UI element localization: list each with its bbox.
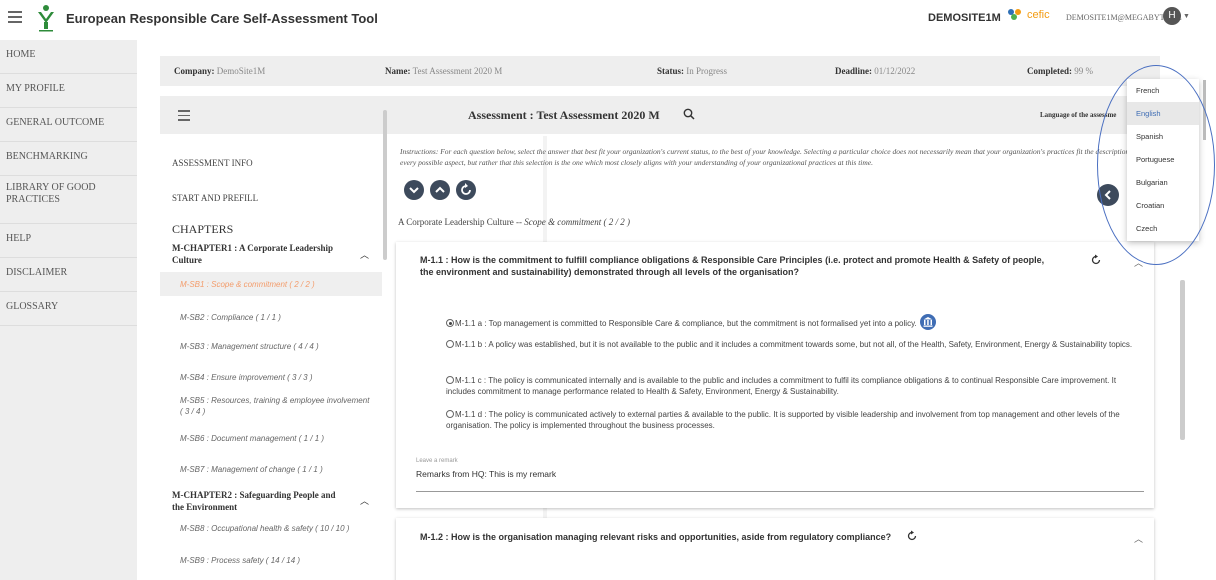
top-bar: European Responsible Care Self-Assessmen… — [0, 0, 1216, 40]
annotation-ellipse — [1097, 65, 1215, 265]
chevron-down-icon — [409, 187, 419, 194]
subchapter-item[interactable]: M-SB3 : Management structure ( 4 / 4 ) — [180, 341, 385, 352]
nav-my-profile[interactable]: MY PROFILE — [0, 74, 137, 108]
chapters-panel: ASSESSMENT INFO START AND PREFILL CHAPTE… — [160, 136, 547, 580]
chevron-up-icon[interactable]: ︿ — [360, 248, 369, 261]
refresh-button[interactable] — [456, 180, 476, 200]
status-info: Status: In Progress — [657, 66, 728, 76]
chapters-title: CHAPTERS — [172, 222, 234, 236]
good-practice-icon[interactable] — [919, 314, 936, 330]
cefic-icon — [1008, 9, 1021, 20]
reset-icon[interactable] — [1090, 254, 1102, 266]
chapter1-heading[interactable]: M-CHAPTER1 : A Corporate Leadership Cult… — [172, 242, 342, 266]
instructions-text: Instructions: For each question below, s… — [400, 147, 1137, 167]
avatar[interactable]: H — [1163, 7, 1181, 25]
radio-unchecked[interactable] — [446, 340, 454, 348]
chapters-menu-icon[interactable] — [178, 110, 190, 124]
assessment-title: Assessment : Test Assessment 2020 M — [468, 108, 660, 122]
nav-disclaimer[interactable]: DISCLAIMER — [0, 258, 137, 292]
deadline-info: Deadline: 01/12/2022 — [835, 66, 916, 76]
nav-help[interactable]: HELP — [0, 224, 137, 258]
chapters-scrollbar[interactable] — [383, 110, 387, 260]
remark-underline — [416, 491, 1144, 492]
question-title: M-1.1 : How is the commitment to fulfill… — [420, 255, 1045, 277]
subchapter-item[interactable]: M-SB7 : Management of change ( 1 / 1 ) — [180, 464, 385, 475]
question-title: M-1.2 : How is the organisation managing… — [420, 532, 892, 542]
assessment-info-bar: Company: DemoSite1M Name: Test Assessmen… — [160, 56, 1160, 86]
chapter2-heading[interactable]: M-CHAPTER2 : Safeguarding People and the… — [172, 489, 342, 513]
subchapter-item[interactable]: M-SB2 : Compliance ( 1 / 1 ) — [180, 312, 385, 323]
collapse-all-button[interactable] — [430, 180, 450, 200]
question-card: M-1.2 : How is the organisation managing… — [396, 518, 1154, 580]
answer-option[interactable]: M-1.1 d : The policy is communicated act… — [446, 409, 1136, 431]
name-info: Name: Test Assessment 2020 M — [385, 66, 503, 76]
remark-label: Leave a remark — [416, 458, 458, 464]
answer-option[interactable]: M-1.1 b : A policy was established, but … — [446, 339, 1136, 350]
nav-benchmarking[interactable]: BENCHMARKING — [0, 142, 137, 176]
site-name: DEMOSITE1M — [928, 12, 1001, 24]
remark-textarea[interactable]: Remarks from HQ: This is my remark — [416, 469, 556, 479]
radio-unchecked[interactable] — [446, 376, 454, 384]
question-card: M-1.1 : How is the commitment to fulfill… — [396, 242, 1154, 508]
main-scrollbar[interactable] — [1180, 280, 1185, 440]
caret-down-icon[interactable]: ▼ — [1183, 13, 1190, 20]
refresh-icon — [461, 183, 471, 195]
breadcrumb: A Corporate Leadership Culture -- Scope … — [398, 217, 630, 227]
completed-info: Completed: 99 % — [1027, 66, 1093, 76]
nav-library[interactable]: LIBRARY OF GOOD PRACTICES — [0, 176, 137, 224]
subchapter-item[interactable]: M-SB4 : Ensure improvement ( 3 / 3 ) — [180, 372, 385, 383]
search-icon[interactable] — [683, 108, 695, 120]
responsible-care-logo — [38, 5, 54, 32]
subchapter-item[interactable]: M-SB8 : Occupational health & safety ( 1… — [180, 523, 385, 534]
left-nav: HOME MY PROFILE GENERAL OUTCOME BENCHMAR… — [0, 40, 137, 580]
subchapter-item[interactable]: M-SB6 : Document management ( 1 / 1 ) — [180, 433, 385, 444]
nav-general-outcome[interactable]: GENERAL OUTCOME — [0, 108, 137, 142]
company-info: Company: DemoSite1M — [174, 66, 266, 76]
subchapter-item[interactable]: M-SB5 : Resources, training & employee i… — [180, 395, 370, 417]
radio-unchecked[interactable] — [446, 410, 454, 418]
subchapter-item[interactable]: M-SB9 : Process safety ( 14 / 14 ) — [180, 555, 385, 566]
nav-home[interactable]: HOME — [0, 40, 137, 74]
chevron-up-icon — [435, 186, 445, 193]
menu-icon[interactable] — [8, 11, 22, 23]
chevron-up-icon[interactable]: ︿ — [360, 494, 369, 507]
answer-option[interactable]: M-1.1 c : The policy is communicated int… — [446, 375, 1136, 397]
radio-checked[interactable] — [446, 319, 454, 327]
questions-panel: Instructions: For each question below, s… — [394, 136, 1164, 580]
chevron-up-icon[interactable]: ︿ — [1134, 532, 1143, 545]
expand-all-button[interactable] — [404, 180, 424, 200]
assessment-info-link[interactable]: ASSESSMENT INFO — [172, 158, 253, 168]
reset-icon[interactable] — [906, 530, 918, 542]
assessment-header: Assessment : Test Assessment 2020 M Lang… — [160, 96, 1160, 134]
app-title: European Responsible Care Self-Assessmen… — [66, 11, 378, 26]
cefic-text: cefic — [1027, 9, 1050, 21]
nav-glossary[interactable]: GLOSSARY — [0, 292, 137, 326]
answer-option[interactable]: M-1.1 a : Top management is committed to… — [446, 314, 1136, 330]
start-prefill-link[interactable]: START AND PREFILL — [172, 193, 258, 203]
cefic-logo: cefic — [1006, 8, 1050, 22]
subchapter-item[interactable]: M-SB1 : Scope & commitment ( 2 / 2 ) — [160, 272, 382, 296]
